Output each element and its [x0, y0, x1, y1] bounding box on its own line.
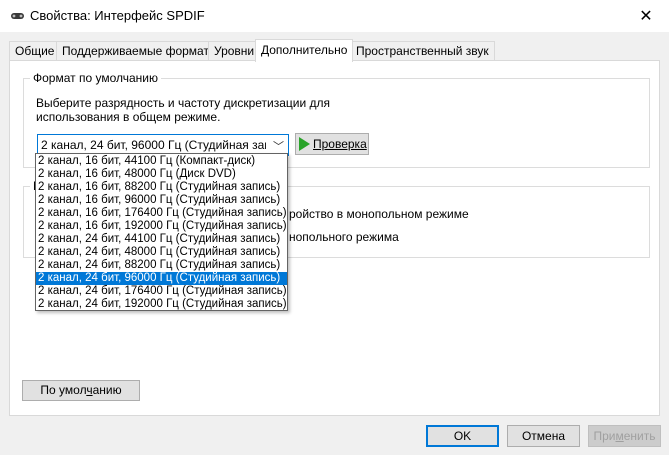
play-icon: [299, 137, 310, 151]
apply-button[interactable]: Применить: [588, 425, 661, 447]
restore-default-label-a: По умол: [40, 383, 87, 397]
default-format-legend: Формат по умолчанию: [30, 71, 161, 85]
format-option[interactable]: 2 канал, 16 бит, 44100 Гц (Компакт-диск): [36, 155, 287, 168]
format-option[interactable]: 2 канал, 16 бит, 192000 Гц (Студийная за…: [36, 220, 287, 233]
tab-supported-formats[interactable]: Поддерживаемые форматы: [56, 41, 224, 61]
title-bar: Свойства: Интерфейс SPDIF ✕: [0, 0, 669, 32]
tab-general[interactable]: Общие: [9, 41, 61, 61]
format-option[interactable]: 2 канал, 16 бит, 96000 Гц (Студийная зап…: [36, 194, 287, 207]
format-option-selected[interactable]: 2 канал, 24 бит, 96000 Гц (Студийная зап…: [36, 272, 287, 285]
format-option[interactable]: 2 канал, 24 бит, 48000 Гц (Студийная зап…: [36, 246, 287, 259]
speaker-icon: [11, 13, 24, 19]
window-title: Свойства: Интерфейс SPDIF: [30, 8, 205, 23]
tab-advanced[interactable]: Дополнительно: [255, 39, 354, 62]
format-option[interactable]: 2 канал, 16 бит, 88200 Гц (Студийная зап…: [36, 181, 287, 194]
cancel-button[interactable]: Отмена: [507, 425, 580, 447]
test-button[interactable]: Проверка: [295, 133, 369, 155]
restore-default-button[interactable]: По умолчанию: [22, 380, 140, 401]
exclusive-mode-option-2[interactable]: нопольного режима: [289, 230, 399, 244]
apply-label-accel: м: [615, 429, 624, 443]
format-option[interactable]: 2 канал, 16 бит, 176400 Гц (Студийная за…: [36, 207, 287, 220]
restore-default-label-b: анию: [92, 383, 122, 397]
tab-levels[interactable]: Уровни: [208, 41, 261, 61]
tab-spatial-sound[interactable]: Пространственный звук: [350, 41, 495, 61]
chevron-down-icon: ﹀: [273, 141, 284, 153]
test-button-label: Проверка: [313, 137, 367, 151]
format-dropdown-list: 2 канал, 16 бит, 44100 Гц (Компакт-диск)…: [35, 153, 288, 311]
exclusive-mode-option-1[interactable]: ройство в монопольном режиме: [289, 207, 469, 221]
close-button[interactable]: ✕: [623, 0, 669, 32]
apply-label-a: При: [593, 429, 616, 443]
default-format-description: Выберите разрядность и частоту дискретиз…: [36, 96, 331, 124]
ok-button[interactable]: OK: [426, 425, 499, 447]
format-select-value: 2 канал, 24 бит, 96000 Гц (Студийная зап…: [41, 138, 266, 152]
format-option[interactable]: 2 канал, 24 бит, 192000 Гц (Студийная за…: [36, 298, 287, 311]
format-option[interactable]: 2 канал, 24 бит, 88200 Гц (Студийная зап…: [36, 259, 287, 272]
format-option[interactable]: 2 канал, 24 бит, 176400 Гц (Студийная за…: [36, 285, 287, 298]
dialog-window: Свойства: Интерфейс SPDIF ✕ Общие Поддер…: [0, 0, 669, 455]
format-option[interactable]: 2 канал, 24 бит, 44100 Гц (Студийная зап…: [36, 233, 287, 246]
close-icon: ✕: [639, 8, 653, 25]
format-option[interactable]: 2 канал, 16 бит, 48000 Гц (Диск DVD): [36, 168, 287, 181]
apply-label-b: енить: [623, 429, 656, 443]
